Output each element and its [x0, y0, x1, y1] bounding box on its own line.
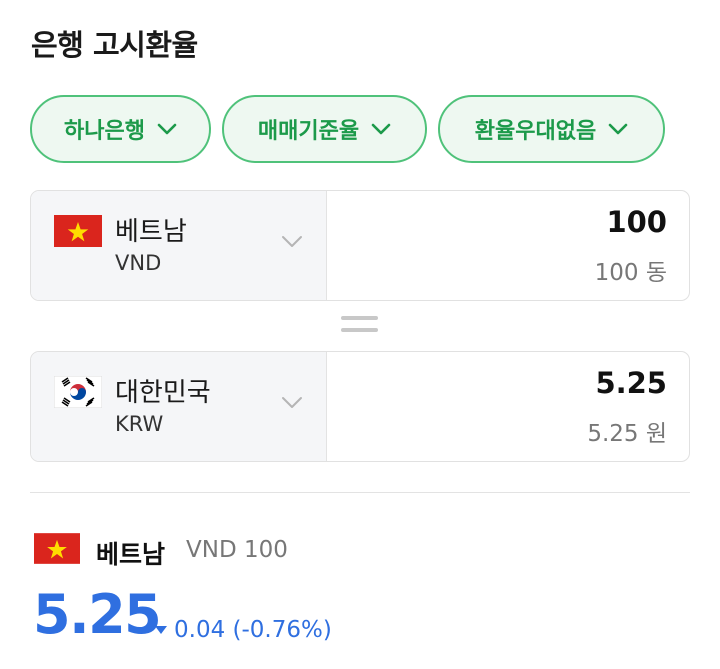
preferential-rate-select-chip[interactable]: 환율우대없음 [438, 95, 665, 163]
bank-select-label: 하나은행 [64, 119, 145, 144]
vietnam-flag-icon [54, 215, 102, 247]
from-amount-text: 100 동 [594, 260, 667, 286]
to-amount-area: 5.25 원 [327, 352, 689, 461]
equals-icon [341, 316, 378, 332]
triangle-down-icon [155, 626, 167, 634]
from-currency-select[interactable]: 베트남 VND [31, 191, 327, 300]
preferential-rate-select-label: 환율우대없음 [474, 119, 597, 144]
rate-change-text: 0.04 (-0.76%) [174, 617, 332, 643]
from-amount-input[interactable] [367, 205, 667, 239]
to-currency-select[interactable]: 대한민국 KRW [31, 352, 327, 461]
summary-unit: VND 100 [186, 537, 288, 563]
from-amount-area: 100 동 [327, 191, 689, 300]
chevron-down-icon [282, 397, 302, 408]
to-country-name: 대한민국 [115, 378, 211, 408]
chevron-down-icon [371, 123, 391, 135]
rate-type-select-chip[interactable]: 매매기준율 [222, 95, 427, 163]
korea-flag-icon [54, 376, 102, 408]
chevron-down-icon [608, 123, 628, 135]
summary-country-name: 베트남 [96, 540, 166, 569]
bank-select-chip[interactable]: 하나은행 [30, 95, 211, 163]
section-divider [30, 492, 690, 493]
to-currency-code: KRW [115, 412, 164, 436]
from-currency-row: 베트남 VND 100 동 [30, 190, 690, 301]
rate-change: 0.04 (-0.76%) [154, 617, 332, 643]
from-currency-code: VND [115, 251, 162, 275]
exchange-rate-value: 5.25 [33, 583, 162, 646]
page-title: 은행 고시환율 [31, 28, 198, 62]
from-country-name: 베트남 [115, 217, 187, 247]
to-amount-text: 5.25 원 [587, 421, 667, 447]
chevron-down-icon [157, 123, 177, 135]
rate-type-select-label: 매매기준율 [257, 119, 360, 144]
to-currency-row: 대한민국 KRW 5.25 원 [30, 351, 690, 462]
chevron-down-icon [282, 236, 302, 247]
vietnam-flag-icon [34, 533, 80, 564]
to-amount-input[interactable] [367, 366, 667, 400]
